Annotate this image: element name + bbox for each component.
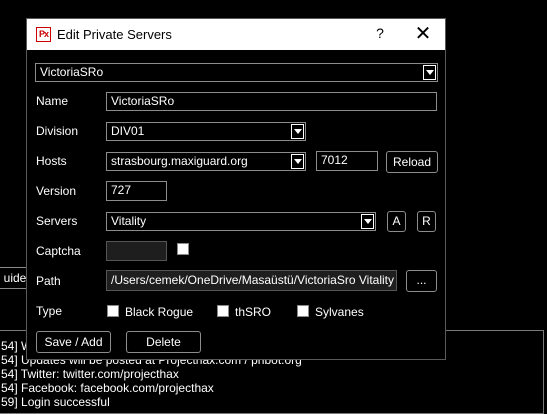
- save-add-button[interactable]: Save / Add: [36, 331, 111, 353]
- division-label: Division: [36, 124, 79, 138]
- division-select-value: DIV01: [111, 124, 145, 138]
- title-bar: Px Edit Private Servers ? ✕: [27, 19, 445, 50]
- chevron-down-icon[interactable]: [361, 214, 374, 229]
- hosts-label: Hosts: [36, 154, 67, 168]
- version-input[interactable]: 727: [106, 181, 167, 201]
- remove-server-button[interactable]: R: [417, 211, 436, 232]
- browse-button[interactable]: ...: [406, 270, 437, 292]
- log-line: 59] Login successful: [1, 395, 110, 409]
- servers-select[interactable]: Vitality: [106, 212, 376, 231]
- name-label: Name: [36, 94, 69, 108]
- captcha-input[interactable]: [106, 241, 167, 261]
- log-line: 54] Facebook: facebook.com/projecthax: [1, 381, 214, 395]
- type-checkbox-sylvanes[interactable]: [297, 305, 309, 317]
- name-input[interactable]: VictoriaSRo: [106, 92, 437, 111]
- reload-button[interactable]: Reload: [386, 151, 438, 173]
- type-checkbox-black-rogue[interactable]: [107, 305, 119, 317]
- chevron-down-icon[interactable]: [423, 65, 436, 80]
- chevron-down-icon[interactable]: [291, 154, 304, 169]
- close-icon[interactable]: ✕: [412, 23, 434, 45]
- app-icon: Px: [36, 27, 51, 42]
- chevron-down-icon[interactable]: [291, 124, 304, 139]
- server-select[interactable]: VictoriaSRo: [35, 63, 438, 82]
- path-label: Path: [36, 274, 61, 288]
- path-input[interactable]: /Users/cemek/OneDrive/Masaüstü/VictoriaS…: [106, 270, 397, 291]
- type-label-black-rogue: Black Rogue: [125, 305, 194, 319]
- servers-select-value: Vitality: [111, 214, 147, 228]
- servers-label: Servers: [36, 214, 78, 228]
- type-label: Type: [36, 304, 63, 318]
- host-select[interactable]: strasbourg.maxiguard.org: [106, 152, 306, 171]
- log-line: 54] Twitter: twitter.com/projecthax: [1, 367, 179, 381]
- host-select-value: strasbourg.maxiguard.org: [111, 154, 248, 168]
- delete-button[interactable]: Delete: [126, 331, 201, 353]
- captcha-label: Captcha: [36, 244, 81, 258]
- port-input[interactable]: 7012: [316, 151, 378, 171]
- captcha-checkbox[interactable]: [177, 243, 189, 255]
- division-select[interactable]: DIV01: [106, 122, 306, 141]
- add-server-button[interactable]: A: [387, 211, 406, 232]
- help-button[interactable]: ?: [373, 25, 387, 41]
- window-title: Edit Private Servers: [57, 27, 172, 42]
- type-checkbox-thsro[interactable]: [217, 305, 229, 317]
- type-label-sylvanes: Sylvanes: [315, 305, 364, 319]
- type-label-thsro: thSRO: [235, 305, 272, 319]
- server-select-value: VictoriaSRo: [40, 65, 104, 79]
- version-label: Version: [36, 184, 77, 198]
- edit-private-servers-dialog: Px Edit Private Servers ? ✕ VictoriaSRo …: [26, 18, 446, 360]
